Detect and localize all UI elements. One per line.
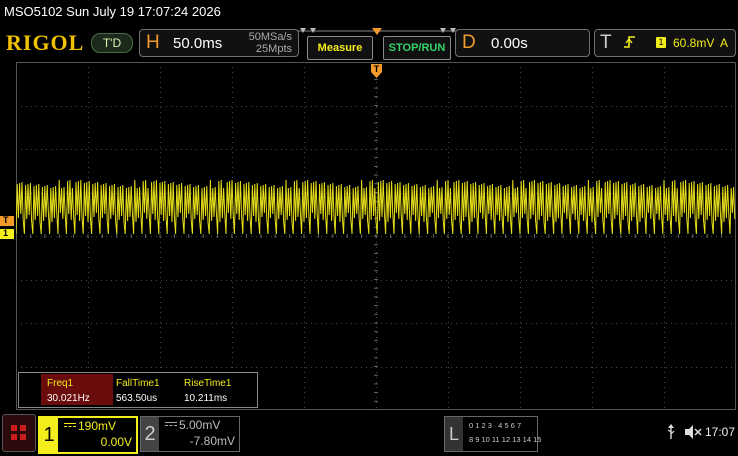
digital-panel[interactable]: L 0 1 2 3 4 5 6 7 8 9 10 11 12 13 14 15 [444, 416, 542, 452]
measure-button[interactable]: Measure [307, 36, 373, 60]
trigger-edge-icon [623, 34, 637, 55]
ch2-offset: -7.80mV [189, 434, 235, 448]
trigger-marker-icon[interactable]: T [371, 64, 382, 80]
sample-rate: 50MSa/s [248, 31, 292, 43]
stop-run-button[interactable]: STOP/RUN [383, 36, 451, 60]
horizontal-letter: H [146, 32, 160, 53]
meas-header-risetime: RiseTime1 [184, 378, 232, 389]
meas-value-risetime: 10.211ms [184, 393, 228, 404]
system-time: 17:07 [705, 425, 736, 439]
meas-header-falltime: FallTime1 [116, 378, 160, 389]
speaker-muted-icon[interactable] [684, 424, 702, 445]
trigger-panel[interactable]: T 1 60.8mV A [594, 29, 736, 57]
digital-row-2: 8 9 10 11 12 13 14 15 [469, 435, 542, 444]
delay-letter: D [462, 32, 476, 53]
title-bar: MSO5102 Sun July 19 17:07:24 2026 [0, 0, 738, 22]
meas-value-freq: 30.021Hz [47, 393, 90, 404]
usb-icon[interactable] [666, 424, 676, 445]
ch2-number: 2 [141, 417, 159, 451]
delay-panel[interactable]: D 0.00s [455, 29, 590, 57]
digital-letter: L [445, 417, 463, 451]
memory-depth: 25Mpts [255, 43, 292, 55]
ch1-offset: 0.00V [100, 435, 132, 449]
meas-header-freq: Freq1 [47, 378, 74, 389]
meas-value-falltime: 563.50us [116, 393, 158, 404]
title-text: MSO5102 Sun July 19 17:07:24 2026 [4, 4, 221, 19]
horizontal-panel[interactable]: H 50.0ms 50MSa/s 25Mpts [139, 29, 299, 57]
digital-row-1: 0 1 2 3 4 5 6 7 [469, 421, 522, 430]
timebase-value: 50.0ms [173, 35, 223, 52]
ch1-number: 1 [40, 418, 58, 452]
ch2-scale: 5.00mV [179, 418, 221, 432]
trigger-letter: T [600, 32, 612, 53]
trigger-level-marker[interactable]: T [0, 215, 14, 226]
ch2-panel[interactable]: 2 5.00mV -7.80mV [140, 416, 240, 452]
dc-coupling-icon [165, 422, 177, 426]
ch1-scale: 190mV [78, 419, 117, 433]
rigol-logo: RIGOL [6, 30, 85, 55]
ch1-panel[interactable]: 1 190mV 0.00V [38, 416, 138, 454]
delay-value: 0.00s [491, 35, 528, 52]
trigger-level: 60.8mV [673, 36, 715, 50]
trigger-channel-badge: 1 [656, 37, 666, 48]
waveform-display[interactable] [16, 62, 736, 410]
ch1-offset-marker[interactable]: 1 [0, 228, 14, 239]
menu-icon[interactable] [2, 414, 36, 452]
dc-coupling-icon [64, 423, 76, 427]
measurement-table[interactable]: Freq1 FallTime1 RiseTime1 30.021Hz 563.5… [18, 372, 258, 408]
trigger-mode: A [720, 36, 729, 50]
trigger-status-badge[interactable]: T'D [91, 33, 133, 53]
